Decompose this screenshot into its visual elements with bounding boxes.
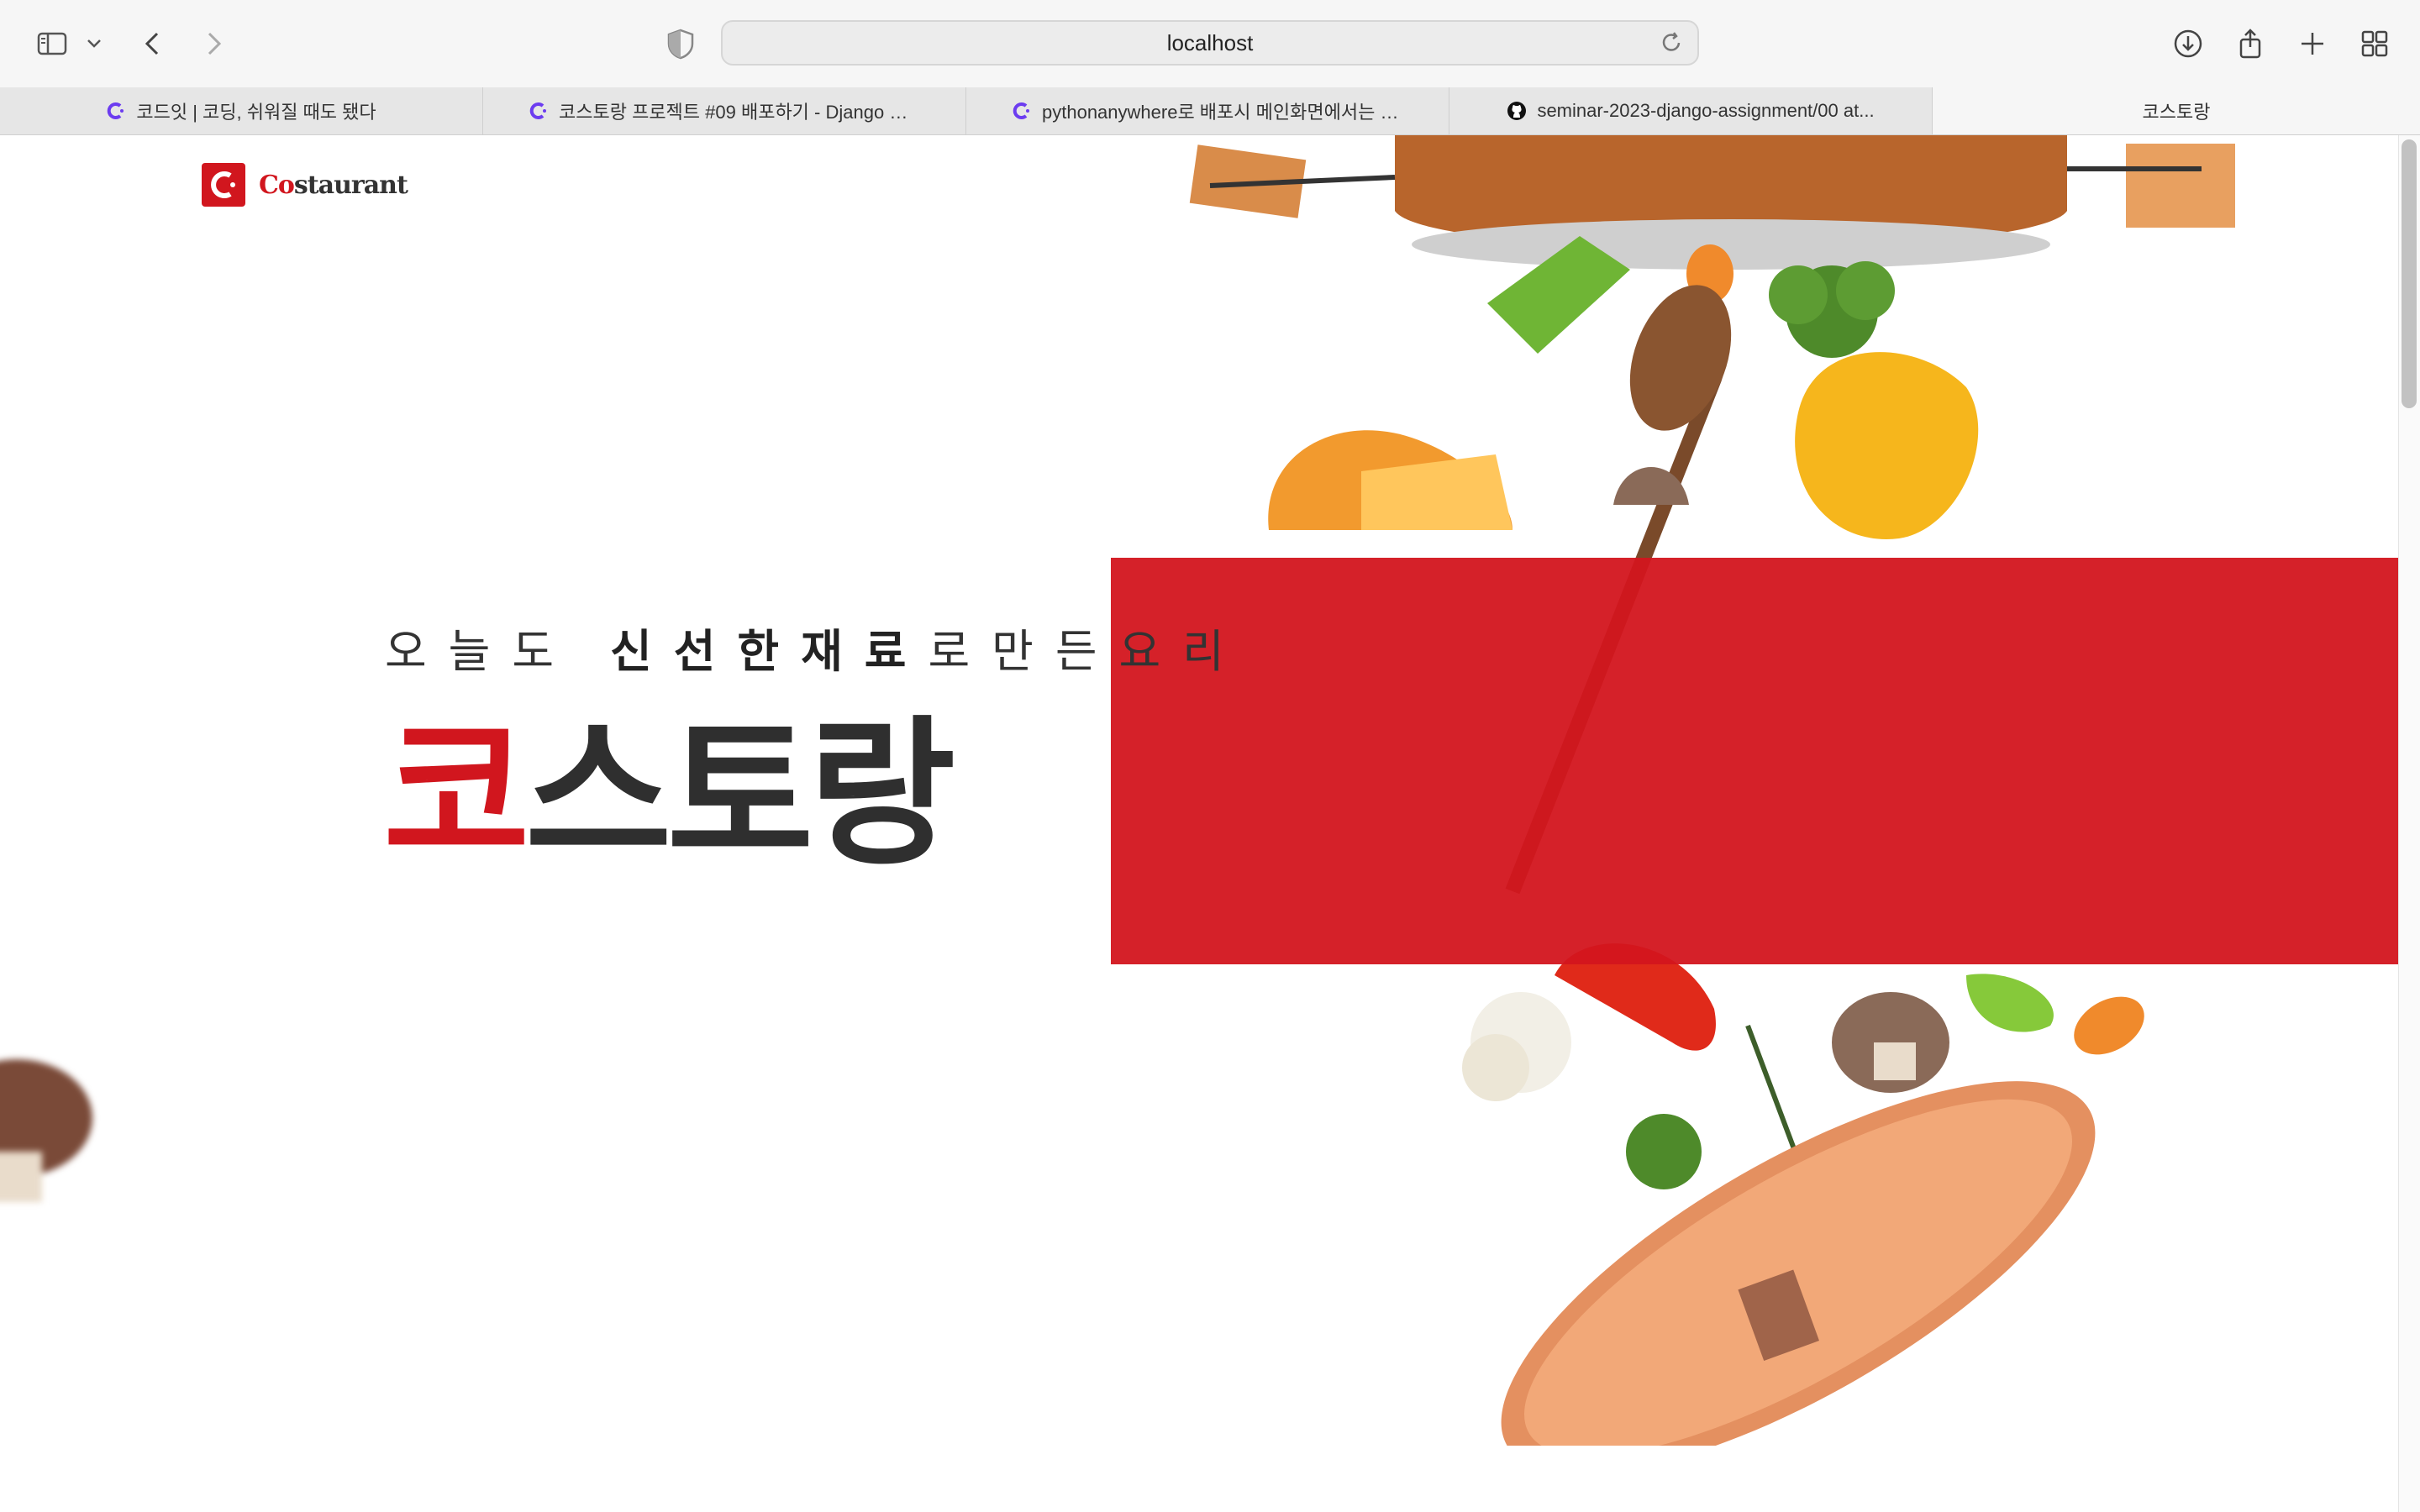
chevron-down-icon[interactable] <box>77 22 111 66</box>
tab-pythonanywhere[interactable]: pythonanywhere로 배포시 메인화면에서는 사... <box>966 87 1449 134</box>
mushroom-decoration <box>0 1059 92 1202</box>
hero-subtitle: 오늘도 신선한재료로만든요리 <box>385 614 1246 680</box>
address-bar[interactable]: localhost <box>721 20 1699 66</box>
tab-codeit[interactable]: 코드잇 | 코딩, 쉬워질 때도 됐다 <box>0 87 483 134</box>
downloads-icon[interactable] <box>2166 22 2210 66</box>
logo-rest: staurant <box>293 170 408 200</box>
subtitle-post: 로만든요리 <box>928 627 1246 677</box>
codeit-icon <box>1013 102 1029 119</box>
tab-label: 코스토랑 프로젝트 #09 배포하기 - Django 웹... <box>559 102 920 123</box>
tab-label: 코드잇 | 코딩, 쉬워질 때도 됐다 <box>136 102 376 123</box>
hero-title-rest: 스토랑 <box>524 706 955 884</box>
privacy-shield-icon[interactable] <box>664 27 697 60</box>
logo-prefix: Co <box>259 170 295 200</box>
red-accent-band <box>1111 558 2398 964</box>
forward-icon[interactable] <box>192 22 235 66</box>
reload-icon[interactable] <box>1657 29 1686 57</box>
sidebar-toggle-icon[interactable] <box>30 22 74 66</box>
logo-icon <box>202 163 245 207</box>
tab-label: 코스토랑 <box>2142 102 2211 123</box>
page-content: Costaurant 오늘도 신선한재료로만든요리 코스토랑 <box>0 135 2398 1512</box>
tab-bar: 코드잇 | 코딩, 쉬워질 때도 됐다 코스토랑 프로젝트 #09 배포하기 -… <box>0 87 2420 135</box>
url-text: localhost <box>1166 29 1254 55</box>
scrollbar-thumb[interactable] <box>2402 139 2417 408</box>
github-icon <box>1507 102 1527 120</box>
tab-overview-icon[interactable] <box>2353 22 2396 66</box>
tab-label: seminar-2023-django-assignment/00 at... <box>1537 100 1875 121</box>
back-icon[interactable] <box>131 22 175 66</box>
new-tab-icon[interactable] <box>2291 22 2334 66</box>
tab-label: pythonanywhere로 배포시 메인화면에서는 사... <box>1042 102 1403 123</box>
codeit-icon <box>529 102 546 119</box>
subtitle-bold: 신선한재료 <box>610 627 929 677</box>
subtitle-pre: 오늘도 <box>385 627 611 677</box>
logo-text: Costaurant <box>259 171 408 200</box>
hero-title-first: 코 <box>383 706 530 884</box>
hero-title: 코스토랑 <box>383 715 955 874</box>
site-logo[interactable]: Costaurant <box>202 163 408 207</box>
share-icon[interactable] <box>2228 22 2272 66</box>
tab-costaurant[interactable]: 코스토랑 <box>1933 87 2420 134</box>
tab-github-seminar[interactable]: seminar-2023-django-assignment/00 at... <box>1449 87 1933 134</box>
browser-toolbar: localhost <box>0 0 2420 88</box>
codeit-icon <box>108 102 124 119</box>
tab-costaurant-deploy[interactable]: 코스토랑 프로젝트 #09 배포하기 - Django 웹... <box>483 87 966 134</box>
